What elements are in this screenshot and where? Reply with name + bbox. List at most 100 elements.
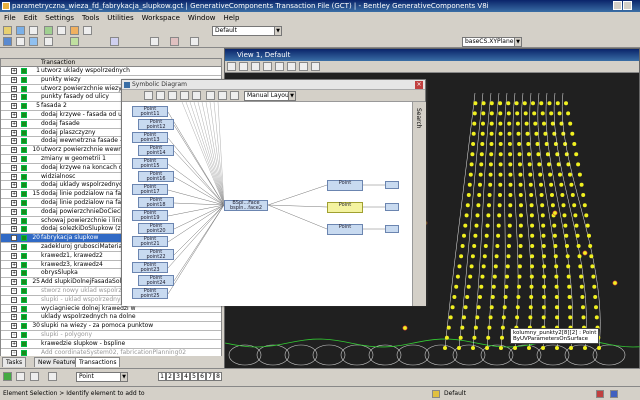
transaction-state-icon[interactable] bbox=[21, 287, 27, 294]
menu-workspace[interactable]: Workspace bbox=[138, 12, 184, 24]
view-page-button[interactable]: 3 bbox=[174, 372, 182, 381]
view-attributes-icon[interactable] bbox=[227, 62, 236, 71]
pan-icon[interactable] bbox=[156, 91, 165, 100]
rotate-view-icon[interactable] bbox=[299, 62, 308, 71]
transaction-row[interactable]: +1 utworz uklady wspolrzednych bbox=[1, 67, 221, 76]
transaction-state-icon[interactable] bbox=[21, 217, 27, 224]
back-icon[interactable] bbox=[3, 372, 12, 381]
symbolic-node[interactable]: Point bbox=[327, 224, 363, 235]
symbolic-node-small[interactable] bbox=[385, 181, 399, 189]
pan-view-icon[interactable] bbox=[311, 62, 320, 71]
symbolic-node[interactable]: Point bbox=[327, 180, 363, 191]
element-type-combo[interactable]: Point ▼ bbox=[76, 372, 128, 382]
element-type-icon[interactable] bbox=[30, 372, 39, 381]
transaction-state-icon[interactable] bbox=[21, 120, 27, 127]
save-icon[interactable] bbox=[29, 26, 38, 35]
view-page-button[interactable]: 7 bbox=[206, 372, 214, 381]
symbolic-node[interactable]: Point point14 bbox=[138, 145, 174, 156]
menu-edit[interactable]: Edit bbox=[20, 12, 42, 24]
menu-utilities[interactable]: Utilities bbox=[103, 12, 137, 24]
menu-file[interactable]: File bbox=[0, 12, 20, 24]
close-icon[interactable]: × bbox=[415, 81, 423, 89]
transaction-state-icon[interactable] bbox=[21, 226, 27, 233]
view-page-button[interactable]: 8 bbox=[214, 372, 222, 381]
expand-icon[interactable]: + bbox=[11, 314, 17, 321]
copy-icon[interactable] bbox=[230, 91, 239, 100]
transaction-state-icon[interactable] bbox=[21, 349, 27, 356]
transaction-state-icon[interactable] bbox=[21, 279, 27, 286]
symbolic-node[interactable]: Point point15 bbox=[132, 158, 168, 169]
attributes-icon[interactable] bbox=[57, 26, 66, 35]
history-icon[interactable] bbox=[48, 372, 57, 381]
transaction-state-icon[interactable] bbox=[21, 199, 27, 206]
minimize-button[interactable] bbox=[613, 1, 622, 10]
expand-icon[interactable]: + bbox=[11, 76, 17, 83]
transaction-row[interactable]: + slupki - polygony bbox=[1, 331, 221, 340]
symbolic-node[interactable]: Point point16 bbox=[138, 171, 174, 182]
script-icon[interactable] bbox=[16, 37, 25, 46]
expand-icon[interactable]: + bbox=[11, 349, 17, 356]
tab-transactions[interactable]: Transactions bbox=[75, 357, 121, 367]
graph-icon[interactable] bbox=[44, 37, 53, 46]
menu-window[interactable]: Window bbox=[184, 12, 220, 24]
transaction-state-icon[interactable] bbox=[21, 103, 27, 110]
symbolic-node[interactable]: Point point11 bbox=[132, 106, 168, 117]
expand-icon[interactable]: + bbox=[11, 129, 17, 136]
transaction-state-icon[interactable] bbox=[21, 138, 27, 145]
symbolic-node[interactable]: Point bbox=[327, 202, 363, 213]
line-style-icon[interactable] bbox=[83, 26, 92, 35]
color-icon[interactable] bbox=[70, 26, 79, 35]
transaction-state-icon[interactable] bbox=[21, 173, 27, 180]
expand-icon[interactable]: + bbox=[11, 147, 17, 154]
menu-help[interactable]: Help bbox=[219, 12, 243, 24]
transaction-state-icon[interactable] bbox=[21, 270, 27, 277]
new-file-icon[interactable] bbox=[3, 26, 12, 35]
tab-new-feature[interactable]: New Feature bbox=[34, 357, 80, 367]
record-icon[interactable] bbox=[170, 37, 179, 46]
transaction-state-icon[interactable] bbox=[21, 76, 27, 83]
transaction-state-icon[interactable] bbox=[21, 147, 27, 154]
transaction-state-icon[interactable] bbox=[21, 323, 27, 330]
tab-tasks[interactable]: Tasks bbox=[2, 357, 27, 367]
menu-tools[interactable]: Tools bbox=[78, 12, 103, 24]
forward-icon[interactable] bbox=[16, 372, 25, 381]
zoom-out-icon[interactable] bbox=[180, 91, 189, 100]
select-arrow-icon[interactable] bbox=[144, 91, 153, 100]
expand-icon[interactable]: + bbox=[11, 279, 17, 286]
expand-icon[interactable]: + bbox=[11, 235, 17, 242]
tentative-icon[interactable] bbox=[596, 390, 604, 398]
zoom-in-icon[interactable] bbox=[251, 62, 260, 71]
symbolic-node-small[interactable] bbox=[385, 203, 399, 211]
symbolic-node[interactable]: Point point18 bbox=[138, 197, 174, 208]
symbolic-node[interactable]: Point point22 bbox=[138, 249, 174, 260]
transaction-state-icon[interactable] bbox=[21, 129, 27, 136]
lock-icon[interactable] bbox=[432, 390, 440, 398]
transaction-row[interactable]: +30 slupki na wiezy - za pomoca punktow bbox=[1, 322, 221, 331]
gc-icon[interactable] bbox=[3, 37, 12, 46]
symbolic-node[interactable]: Point point19 bbox=[132, 210, 168, 221]
transaction-state-icon[interactable] bbox=[21, 235, 27, 242]
expand-icon[interactable]: + bbox=[11, 305, 17, 312]
expand-icon[interactable]: + bbox=[11, 261, 17, 268]
transaction-state-icon[interactable] bbox=[21, 94, 27, 101]
symbolic-node[interactable]: Point point21 bbox=[132, 236, 168, 247]
transaction-state-icon[interactable] bbox=[21, 85, 27, 92]
view-page-button[interactable]: 2 bbox=[166, 372, 174, 381]
plane-combo[interactable]: baseCS.XYPlane ▼ bbox=[462, 37, 522, 47]
expand-icon[interactable]: + bbox=[11, 296, 17, 303]
transaction-state-icon[interactable] bbox=[21, 331, 27, 338]
fit-view-icon[interactable] bbox=[287, 62, 296, 71]
expand-icon[interactable]: + bbox=[11, 208, 17, 215]
transaction-state-icon[interactable] bbox=[21, 305, 27, 312]
level-icon[interactable] bbox=[44, 26, 53, 35]
expand-icon[interactable]: + bbox=[11, 182, 17, 189]
open-file-icon[interactable] bbox=[16, 26, 25, 35]
fit-icon[interactable] bbox=[192, 91, 201, 100]
layout-combo[interactable]: Manual Layout ▼ bbox=[244, 91, 296, 101]
view-page-button[interactable]: 6 bbox=[198, 372, 206, 381]
transaction-state-icon[interactable] bbox=[21, 340, 27, 347]
transaction-state-icon[interactable] bbox=[21, 252, 27, 259]
expand-icon[interactable]: + bbox=[11, 217, 17, 224]
play-icon[interactable] bbox=[190, 37, 199, 46]
window-area-icon[interactable] bbox=[275, 62, 284, 71]
